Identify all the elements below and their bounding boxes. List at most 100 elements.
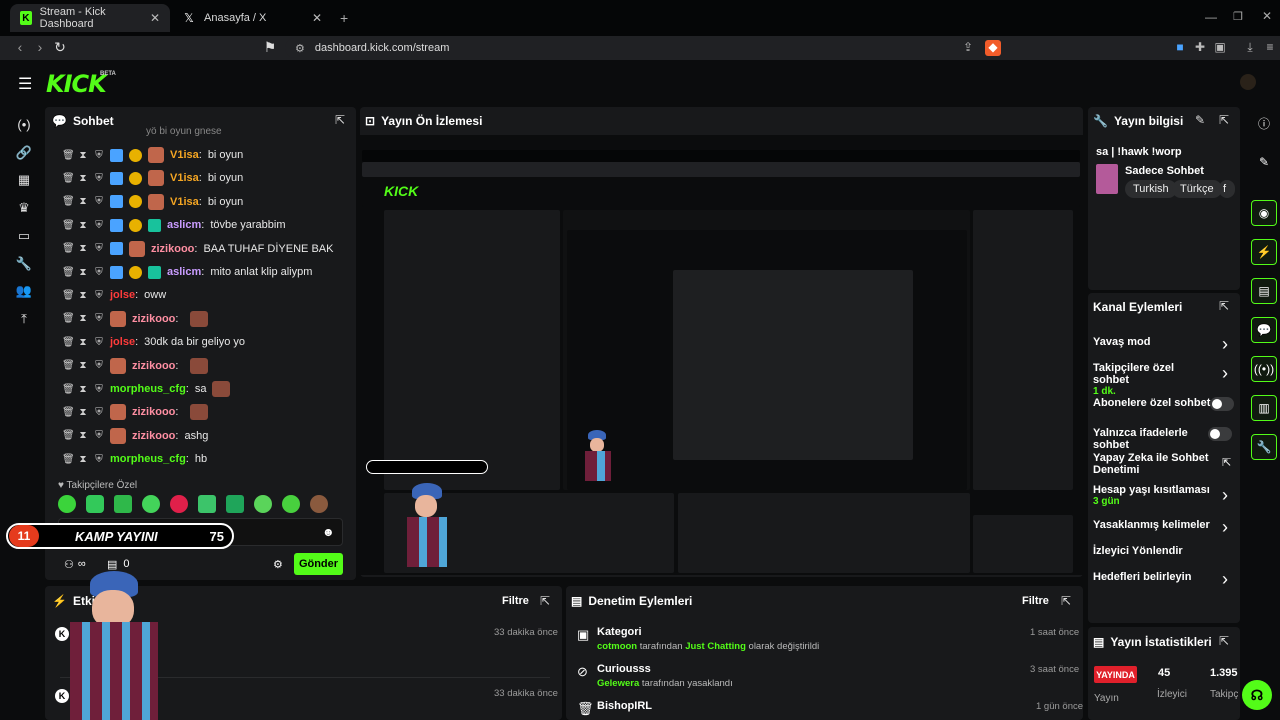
avatar[interactable]	[1240, 74, 1256, 90]
chat-username[interactable]: zizikooo	[132, 430, 175, 442]
delete-icon[interactable]: 🗑	[62, 243, 75, 254]
timeout-icon[interactable]: ⧗	[78, 384, 88, 395]
ban-shield-icon[interactable]: ⛨	[94, 173, 104, 184]
chat-username[interactable]: zizikooo	[132, 406, 175, 418]
ban-shield-icon[interactable]: ⛨	[94, 150, 104, 161]
mod-value[interactable]: Just Chatting	[685, 641, 746, 652]
channel-action-item[interactable]: Yavaş mod	[1093, 336, 1213, 348]
popout-icon[interactable]: ⇱	[1219, 634, 1229, 648]
timeout-icon[interactable]: ⧗	[78, 407, 88, 418]
forward-icon[interactable]: ›	[30, 39, 50, 55]
extensions-icon[interactable]: ✚	[1192, 40, 1208, 56]
delete-icon[interactable]: 🗑	[62, 173, 75, 184]
delete-icon[interactable]: 🗑	[62, 337, 75, 348]
chat-gift-count[interactable]: ▤ 0	[107, 558, 130, 571]
camera-icon[interactable]: ◉	[1251, 200, 1277, 226]
ban-shield-icon[interactable]: ⛨	[94, 290, 104, 301]
popout-icon[interactable]: ⇱	[1219, 299, 1229, 313]
popout-icon[interactable]: ⇱	[1219, 113, 1229, 127]
minimize-icon[interactable]: —	[1205, 10, 1217, 24]
new-tab-button[interactable]: +	[340, 10, 348, 26]
chat-username[interactable]: V1isa	[170, 172, 199, 184]
timeout-icon[interactable]: ⧗	[78, 313, 88, 324]
stream-preview-video[interactable]: KICK	[360, 135, 1083, 575]
chat-settings-icon[interactable]: ⚙	[273, 558, 283, 571]
send-button[interactable]: Gönder	[294, 553, 343, 575]
ban-shield-icon[interactable]: ⛨	[94, 243, 104, 254]
channel-action-item[interactable]: Yalnızca ifadelerle sohbet	[1093, 427, 1213, 451]
emote-icon[interactable]	[226, 495, 244, 513]
pencil-icon[interactable]: ✎	[1251, 149, 1277, 175]
ban-shield-icon[interactable]: ⛨	[94, 360, 104, 371]
kick-logo[interactable]: KICK	[46, 70, 107, 98]
emoji-icon[interactable]: ☻	[322, 525, 335, 539]
emote-icon[interactable]	[114, 495, 132, 513]
ban-shield-icon[interactable]: ⛨	[94, 313, 104, 324]
share-icon[interactable]: ⇪	[960, 40, 976, 56]
chat-username[interactable]: V1isa	[170, 149, 199, 161]
chevron-right-icon[interactable]: ›	[1222, 363, 1228, 384]
edit-icon[interactable]: ✎	[1195, 113, 1205, 127]
close-tab-icon[interactable]: ✕	[150, 11, 160, 25]
timeout-icon[interactable]: ⧗	[78, 220, 88, 231]
ban-shield-icon[interactable]: ⛨	[94, 220, 104, 231]
delete-icon[interactable]: 🗑	[62, 407, 75, 418]
tag-more[interactable]: f	[1219, 180, 1235, 198]
chat-username[interactable]: jolse	[110, 289, 135, 301]
chat-username[interactable]: aslicm	[167, 219, 201, 231]
tag-turkish[interactable]: Turkish	[1125, 180, 1177, 198]
link-icon[interactable]: 🔗	[12, 145, 36, 165]
layout-icon[interactable]: ▥	[1251, 395, 1277, 421]
url-field[interactable]: ⚙ dashboard.kick.com/stream	[285, 38, 1005, 58]
emote-icon[interactable]	[310, 495, 328, 513]
wrench-icon[interactable]: 🔧	[12, 256, 36, 276]
chat-username[interactable]: zizikooo	[151, 243, 194, 255]
popout-icon[interactable]: ⇱	[335, 113, 345, 127]
chat-username[interactable]: zizikooo	[132, 360, 175, 372]
delete-icon[interactable]: 🗑	[62, 150, 75, 161]
help-chat-button[interactable]: ☊	[1242, 680, 1272, 710]
document-icon[interactable]: ▤	[1251, 278, 1277, 304]
popout-icon[interactable]: ⇱	[1061, 594, 1071, 608]
trophy-icon[interactable]: ♛	[12, 200, 36, 220]
timeout-icon[interactable]: ⧗	[78, 243, 88, 254]
chat-username[interactable]: morpheus_cfg	[110, 383, 186, 395]
delete-icon[interactable]: 🗑	[62, 454, 75, 465]
hamburger-menu-icon[interactable]: ☰	[18, 74, 32, 94]
lightning-icon[interactable]: ⚡	[1251, 239, 1277, 265]
sidebar-icon[interactable]: ▣	[1212, 40, 1228, 56]
emote-icon[interactable]	[282, 495, 300, 513]
timeout-icon[interactable]: ⧗	[78, 430, 88, 441]
ban-shield-icon[interactable]: ⛨	[94, 384, 104, 395]
channel-action-item[interactable]: Hedefleri belirleyin	[1093, 571, 1213, 583]
wrench-tool-icon[interactable]: 🔧	[1251, 434, 1277, 460]
analytics-icon[interactable]: ▦	[12, 172, 36, 192]
close-tab-icon[interactable]: ✕	[312, 11, 322, 25]
emote-icon[interactable]	[170, 495, 188, 513]
toggle-switch[interactable]	[1208, 427, 1232, 441]
moderation-filter-button[interactable]: Filtre	[1022, 595, 1049, 607]
reload-icon[interactable]: ↻	[50, 39, 70, 56]
delete-icon[interactable]: 🗑	[62, 196, 75, 207]
channel-action-item[interactable]: Takipçilere özel sohbet 1 dk.	[1093, 362, 1213, 397]
timeout-icon[interactable]: ⧗	[78, 360, 88, 371]
delete-icon[interactable]: 🗑	[62, 220, 75, 231]
ban-shield-icon[interactable]: ⛨	[94, 454, 104, 465]
external-link-icon[interactable]: ⇱	[1222, 456, 1231, 469]
popout-icon[interactable]: ⇱	[540, 594, 550, 608]
chevron-right-icon[interactable]: ›	[1222, 569, 1228, 590]
back-icon[interactable]: ‹	[10, 39, 30, 55]
tab-x-home[interactable]: 𝕏 Anasayfa / X ✕	[172, 4, 332, 32]
channel-action-item[interactable]: İzleyici Yönlendir	[1093, 545, 1213, 557]
tag-turkce[interactable]: Türkçe	[1172, 180, 1222, 198]
stream-icon[interactable]: (•)	[12, 117, 36, 137]
maximize-icon[interactable]: ❐	[1233, 10, 1243, 23]
toggle-switch[interactable]	[1210, 397, 1234, 411]
emote-icon[interactable]	[86, 495, 104, 513]
delete-icon[interactable]: 🗑	[62, 267, 75, 278]
channel-action-item[interactable]: Abonelere özel sohbet	[1093, 397, 1213, 409]
delete-icon[interactable]: 🗑	[62, 290, 75, 301]
media-icon[interactable]: ▭	[12, 228, 36, 248]
bookmark-icon[interactable]: ⚑	[260, 39, 280, 56]
chat-username[interactable]: morpheus_cfg	[110, 453, 186, 465]
